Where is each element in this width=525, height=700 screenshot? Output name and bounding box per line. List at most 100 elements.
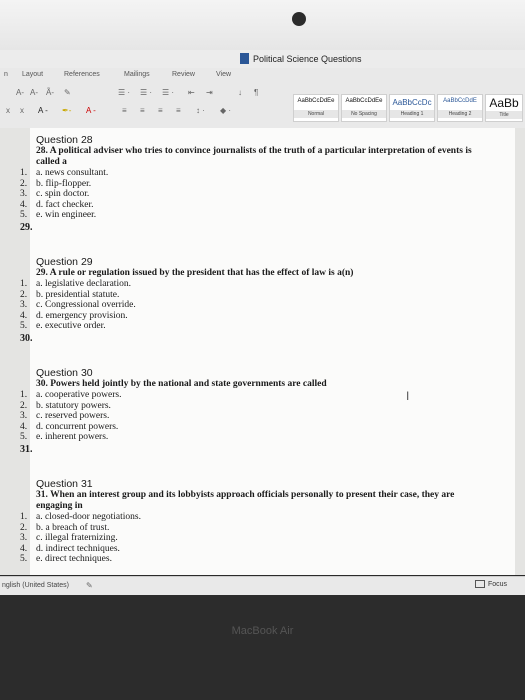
language-status[interactable]: nglish (United States) [2, 582, 69, 589]
list-item: 4. d. fact checker. [20, 200, 476, 211]
subscript-button[interactable]: x [6, 106, 10, 115]
grow-font-button[interactable]: A- [16, 88, 24, 97]
option-number: 5. [20, 210, 28, 220]
option-text: c. reserved powers. [36, 411, 110, 421]
screen-bezel [0, 0, 525, 50]
option-text: d. emergency provision. [36, 310, 128, 321]
align-left-icon[interactable]: ≡ [122, 106, 127, 115]
status-bar: nglish (United States) ✎ Focus [0, 576, 525, 595]
option-number: 4. [20, 421, 28, 432]
ribbon: n Layout References Mailings Review View… [0, 68, 525, 129]
style-sample: AaBbCcDdEe [345, 98, 383, 104]
focus-button[interactable]: Focus [475, 580, 507, 588]
option-number: 5. [20, 432, 28, 442]
clear-formatting-icon[interactable]: ✎ [64, 88, 71, 97]
option-text: c. spin doctor. [36, 189, 90, 199]
option-text: c. Congressional override. [36, 300, 136, 310]
list-item: 2. b. a breach of trust. [20, 523, 476, 534]
list-item: 3. c. reserved powers. [20, 411, 476, 422]
font-color-button[interactable]: A - [86, 106, 96, 115]
option-number: 3. [20, 300, 28, 310]
question-text: 31. When an interest group and its lobby… [36, 490, 455, 511]
option-text: d. concurrent powers. [36, 421, 119, 432]
option-text: c. illegal fraternizing. [36, 533, 118, 543]
question-text: 29. A rule or regulation issued by the p… [36, 268, 354, 278]
option-number: 3. [20, 533, 28, 543]
tab-layout[interactable]: Layout [22, 71, 43, 78]
question-block: Question 30 30. Powers held jointly by t… [20, 367, 476, 455]
tab-mailings[interactable]: Mailings [124, 71, 150, 78]
line-spacing-icon[interactable]: ↕ · [196, 106, 205, 115]
option-number: 1. [20, 390, 28, 400]
option-number: 2. [20, 400, 28, 411]
question-block: Question 29 29. A rule or regulation iss… [20, 256, 476, 344]
option-text: d. fact checker. [36, 199, 94, 210]
option-text: b. presidential statute. [36, 289, 120, 300]
style-sample: AaBbCcDdEe [297, 98, 335, 104]
question-block: Question 31 31. When an interest group a… [20, 478, 476, 565]
style-label: No Spacing [342, 110, 386, 118]
style-normal[interactable]: AaBbCcDdEe Normal [293, 94, 339, 122]
shading-icon[interactable]: ◆ · [220, 106, 231, 115]
list-item: 4. d. emergency provision. [20, 311, 476, 322]
focus-icon [475, 580, 485, 588]
options-list: 1. a. closed-door negotiations. 2. b. a br… [20, 512, 476, 565]
question-text: 30. Powers held jointly by the national … [36, 379, 327, 389]
change-case-button[interactable]: Ã- [46, 88, 54, 97]
list-item: 2. b. presidential statute. [20, 290, 476, 301]
highlight-color-button[interactable]: ✒- [62, 106, 71, 115]
option-number: 3. [20, 411, 28, 421]
list-item: 2. b. flip-flopper. [20, 179, 476, 190]
tab-review[interactable]: Review [172, 71, 195, 78]
question-text: 28. A political adviser who tries to con… [36, 146, 472, 167]
tab-home-partial[interactable]: n [4, 71, 8, 78]
decrease-indent-icon[interactable]: ⇤ [188, 88, 195, 97]
increase-indent-icon[interactable]: ⇥ [206, 88, 213, 97]
option-number: 5. [20, 321, 28, 331]
style-heading-1[interactable]: AaBbCcDc Heading 1 [389, 94, 435, 122]
align-right-icon[interactable]: ≡ [158, 106, 163, 115]
question-heading: Question 29 [36, 256, 93, 268]
text-effects-button[interactable]: A - [38, 106, 48, 115]
superscript-button[interactable]: x [20, 106, 24, 115]
option-number: 4. [20, 543, 28, 554]
style-label: Normal [294, 110, 338, 118]
answer-number: 29. [20, 221, 33, 233]
style-heading-2[interactable]: AaBbCcDdE Heading 2 [437, 94, 483, 122]
style-title[interactable]: AaBb Title [485, 94, 523, 122]
list-item: 3. c. Congressional override. [20, 300, 476, 311]
option-text: a. legislative declaration. [36, 279, 131, 289]
align-center-icon[interactable]: ≡ [140, 106, 145, 115]
title-bar: Political Science Questions [0, 50, 525, 70]
option-number: 2. [20, 522, 28, 533]
option-text: e. win engineer. [36, 210, 97, 220]
list-item: 5. e. executive order. [20, 321, 476, 332]
option-number: 2. [20, 178, 28, 189]
shrink-font-button[interactable]: A- [30, 88, 38, 97]
show-paragraph-marks-icon[interactable]: ¶ [254, 88, 258, 97]
track-changes-icon[interactable]: ✎ [86, 581, 93, 590]
numbering-list-icon[interactable]: ☰ · [140, 88, 152, 97]
tab-view[interactable]: View [216, 71, 231, 78]
brand-label: MacBook Air [231, 625, 294, 637]
option-text: b. a breach of trust. [36, 522, 110, 533]
option-number: 4. [20, 199, 28, 210]
question-heading: Question 30 [36, 367, 93, 379]
question-heading: Question 28 [36, 134, 93, 146]
option-number: 4. [20, 310, 28, 321]
sort-icon[interactable]: ↓ [238, 88, 242, 97]
option-text: e. inherent powers. [36, 432, 109, 442]
option-text: d. indirect techniques. [36, 543, 120, 554]
list-item: 4. d. concurrent powers. [20, 422, 476, 433]
question-heading: Question 31 [36, 478, 93, 490]
option-text: b. flip-flopper. [36, 178, 92, 189]
tab-references[interactable]: References [64, 71, 100, 78]
style-no-spacing[interactable]: AaBbCcDdEe No Spacing [341, 94, 387, 122]
bullets-list-icon[interactable]: ☰ · [118, 88, 130, 97]
list-item: 3. c. illegal fraternizing. [20, 533, 476, 544]
multilevel-list-icon[interactable]: ☰ · [162, 88, 174, 97]
laptop-chin: MacBook Air [0, 595, 525, 700]
list-item: 5. e. direct techniques. [20, 554, 476, 565]
justify-icon[interactable]: ≡ [176, 106, 181, 115]
document-area[interactable]: Question 28 28. A political adviser who … [0, 128, 525, 575]
